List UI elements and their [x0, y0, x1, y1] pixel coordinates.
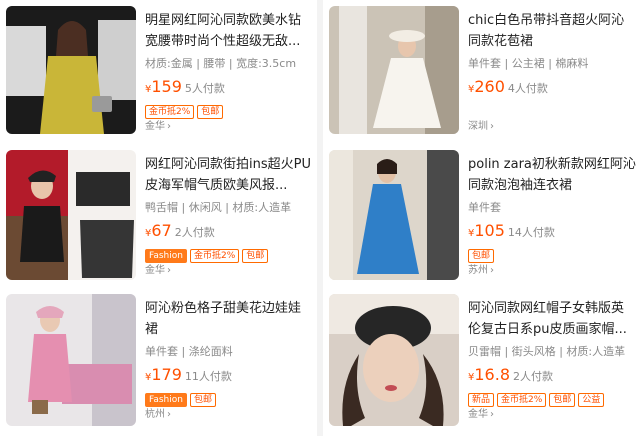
price-row: ¥260 4人付款	[468, 77, 636, 96]
right-column: chic白色吊带抖音超火阿沁同款花苞裙 单件套 | 公主裙 | 棉麻料 ¥260…	[323, 0, 640, 436]
product-price: 179	[151, 365, 182, 384]
product-title[interactable]: chic白色吊带抖音超火阿沁同款花苞裙	[468, 10, 636, 52]
seller-location[interactable]: 苏州 ›	[468, 261, 636, 276]
buyer-count: 5人付款	[184, 82, 225, 95]
location-label: 金华	[145, 121, 165, 132]
product-title[interactable]: 阿沁粉色格子甜美花边娃娃裙	[145, 298, 313, 340]
location-label: 杭州	[145, 409, 165, 420]
product-image[interactable]	[6, 294, 136, 426]
left-column: 明星网红阿沁同款欧美水钻宽腰带时尚个性超级无敌... 材质:金属 | 腰带 | …	[0, 0, 317, 436]
chevron-right-icon: ›	[167, 265, 171, 276]
seller-location[interactable]: 金华 ›	[145, 261, 313, 276]
chevron-right-icon: ›	[167, 409, 171, 420]
product-info: 网红阿沁同款街拍ins超火PU皮海军帽气质欧美风报... 鸭舌帽 | 休闲风 |…	[145, 154, 313, 276]
location-label: 金华	[468, 409, 488, 420]
product-attributes: 单件套 | 公主裙 | 棉麻料	[468, 57, 589, 70]
seller-location[interactable]: 金华 ›	[468, 405, 636, 420]
seller-location[interactable]: 杭州 ›	[145, 405, 313, 420]
product-card[interactable]: chic白色吊带抖音超火阿沁同款花苞裙 单件套 | 公主裙 | 棉麻料 ¥260…	[323, 6, 640, 138]
free-shipping-tag: 包邮	[549, 393, 576, 407]
buyer-count: 2人付款	[174, 226, 215, 239]
location-label: 苏州	[468, 265, 488, 276]
product-attributes: 鸭舌帽 | 休闲风 | 材质:人造革	[145, 201, 292, 214]
tag-list: 金币抵2% 包邮	[145, 99, 313, 119]
product-info: chic白色吊带抖音超火阿沁同款花苞裙 单件套 | 公主裙 | 棉麻料 ¥260…	[468, 10, 636, 132]
buyer-count: 2人付款	[513, 370, 553, 383]
seller-location[interactable]: 深圳 ›	[468, 117, 636, 132]
product-grid: 明星网红阿沁同款欧美水钻宽腰带时尚个性超级无敌... 材质:金属 | 腰带 | …	[0, 0, 640, 436]
chevron-right-icon: ›	[490, 409, 494, 420]
tag-list	[468, 99, 636, 113]
product-attributes: 贝雷帽 | 街头风格 | 材质:人造革	[468, 345, 626, 358]
seller-location[interactable]: 金华 ›	[145, 117, 313, 132]
chevron-right-icon: ›	[167, 121, 171, 132]
chevron-right-icon: ›	[490, 121, 494, 132]
product-price: 260	[474, 77, 505, 96]
product-image[interactable]	[329, 6, 459, 134]
tag-list: Fashion 包邮	[145, 387, 313, 407]
product-card[interactable]: 明星网红阿沁同款欧美水钻宽腰带时尚个性超级无敌... 材质:金属 | 腰带 | …	[0, 6, 317, 138]
product-title[interactable]: 明星网红阿沁同款欧美水钻宽腰带时尚个性超级无敌...	[145, 10, 313, 52]
product-attributes: 单件套	[468, 201, 501, 214]
price-row: ¥105 14人付款	[468, 221, 636, 240]
chevron-right-icon: ›	[490, 265, 494, 276]
price-row: ¥179 11人付款	[145, 365, 313, 384]
product-image[interactable]	[6, 6, 136, 134]
product-card[interactable]: 阿沁同款网红帽子女韩版英伦复古日系pu皮质画家帽... 贝雷帽 | 街头风格 |…	[323, 294, 640, 430]
coin-discount-tag: 金币抵2%	[497, 393, 547, 407]
product-info: 阿沁同款网红帽子女韩版英伦复古日系pu皮质画家帽... 贝雷帽 | 街头风格 |…	[468, 298, 636, 420]
price-row: ¥67 2人付款	[145, 221, 313, 240]
product-image[interactable]	[6, 150, 136, 280]
product-card[interactable]: polin zara初秋新款网红阿沁同款泡泡袖连衣裙 单件套 ¥105 14人付款…	[323, 150, 640, 282]
product-price: 159	[151, 77, 182, 96]
product-image[interactable]	[329, 150, 459, 280]
product-attributes: 材质:金属 | 腰带 | 宽度:3.5cm	[145, 57, 297, 70]
coin-discount-tag: 金币抵2%	[189, 249, 240, 263]
location-label: 深圳	[468, 121, 488, 132]
product-title[interactable]: polin zara初秋新款网红阿沁同款泡泡袖连衣裙	[468, 154, 636, 196]
tag-list: Fashion 金币抵2% 包邮	[145, 243, 313, 263]
product-price: 16.8	[474, 365, 510, 384]
product-price: 67	[151, 221, 172, 240]
product-card[interactable]: 阿沁粉色格子甜美花边娃娃裙 单件套 | 涤纶面料 ¥179 11人付款 Fashi…	[0, 294, 317, 430]
product-attributes: 单件套 | 涤纶面料	[145, 345, 233, 358]
product-image[interactable]	[329, 294, 459, 426]
buyer-count: 4人付款	[507, 82, 548, 95]
free-shipping-tag: 包邮	[242, 249, 269, 263]
tag-list: 包邮	[468, 243, 636, 263]
product-price: 105	[474, 221, 505, 240]
product-info: 明星网红阿沁同款欧美水钻宽腰带时尚个性超级无敌... 材质:金属 | 腰带 | …	[145, 10, 313, 132]
price-row: ¥159 5人付款	[145, 77, 313, 96]
product-title[interactable]: 阿沁同款网红帽子女韩版英伦复古日系pu皮质画家帽...	[468, 298, 636, 340]
free-shipping-tag: 包邮	[197, 105, 224, 119]
buyer-count: 11人付款	[184, 370, 232, 383]
product-title[interactable]: 网红阿沁同款街拍ins超火PU皮海军帽气质欧美风报...	[145, 154, 313, 196]
location-label: 金华	[145, 265, 165, 276]
product-card[interactable]: 网红阿沁同款街拍ins超火PU皮海军帽气质欧美风报... 鸭舌帽 | 休闲风 |…	[0, 150, 317, 282]
price-row: ¥16.8 2人付款	[468, 365, 636, 384]
free-shipping-tag: 包邮	[189, 393, 216, 407]
charity-tag: 公益	[578, 393, 605, 407]
tag-list: 新品 金币抵2% 包邮 公益	[468, 387, 636, 407]
product-info: 阿沁粉色格子甜美花边娃娃裙 单件套 | 涤纶面料 ¥179 11人付款 Fashi…	[145, 298, 313, 420]
product-info: polin zara初秋新款网红阿沁同款泡泡袖连衣裙 单件套 ¥105 14人付款…	[468, 154, 636, 276]
buyer-count: 14人付款	[507, 226, 555, 239]
